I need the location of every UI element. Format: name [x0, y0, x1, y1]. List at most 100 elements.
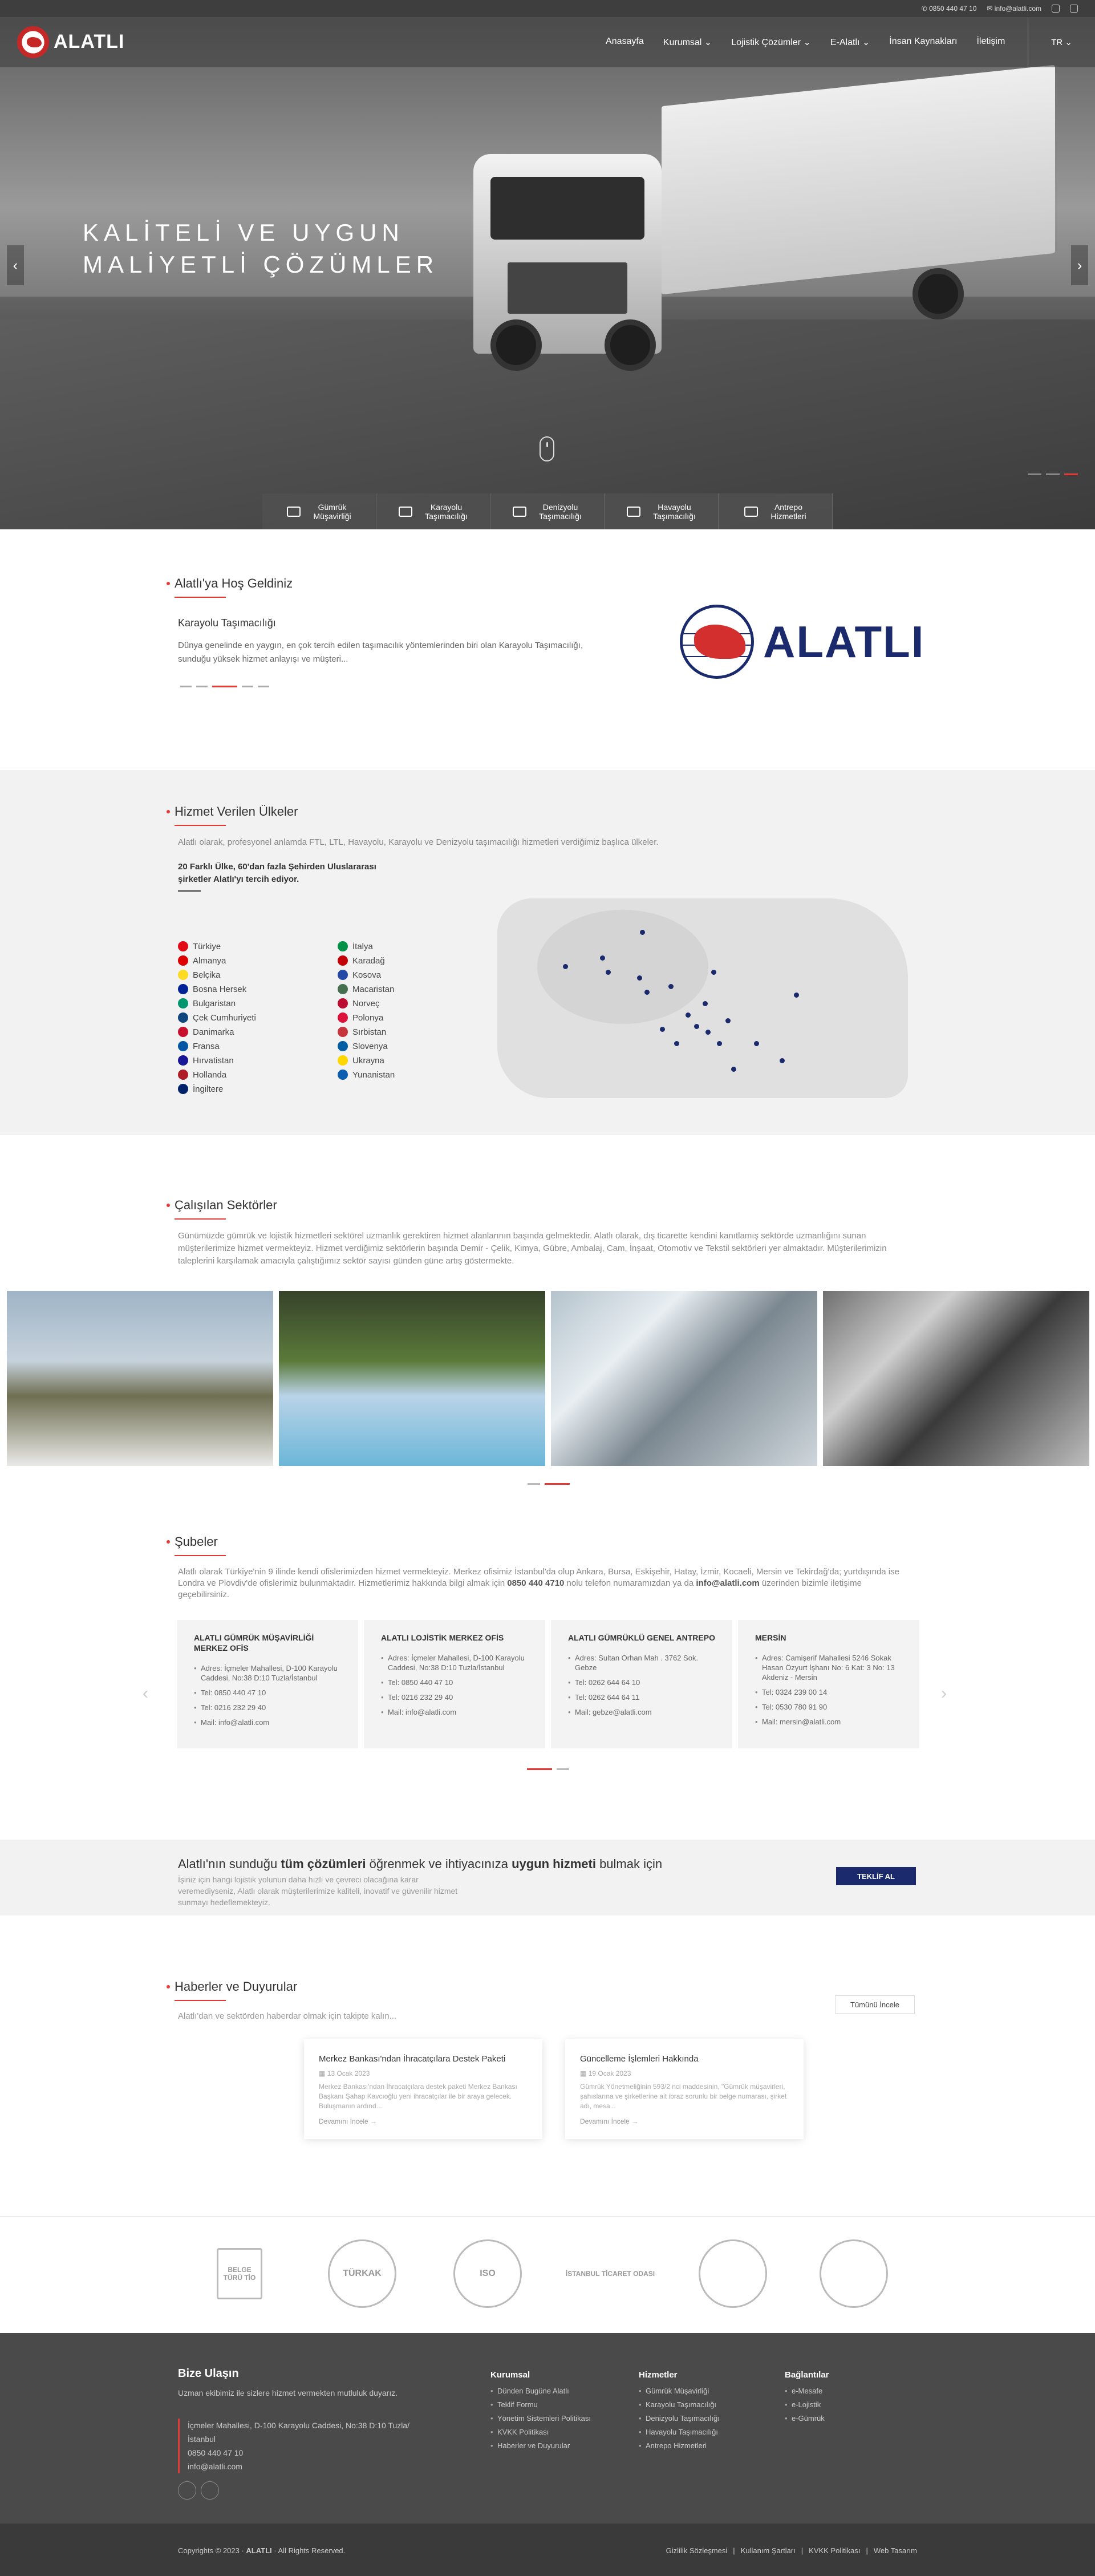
footer-link[interactable]: Antrepo Hizmetleri [639, 2439, 720, 2453]
news-card[interactable]: Güncelleme İşlemleri Hakkında ▦ 19 Ocak … [565, 2039, 804, 2139]
footer-link[interactable]: Dünden Bugüne Alatlı [490, 2384, 591, 2398]
branch-line: Tel: 0850 440 47 10 [381, 1678, 528, 1687]
slider-next-button[interactable]: › [1071, 245, 1088, 285]
service-sea[interactable]: Denizyolu Taşımacılığı [490, 493, 605, 529]
footer-link[interactable]: e-Lojistik [785, 2398, 829, 2412]
news-title[interactable]: Güncelleme İşlemleri Hakkında [580, 2054, 789, 2064]
flag-icon [338, 970, 348, 980]
gallery-dot[interactable] [528, 1483, 540, 1485]
flag-icon [178, 1055, 188, 1066]
map-pin [637, 975, 642, 981]
sector-gallery [7, 1291, 1089, 1466]
slider-prev-button[interactable]: ‹ [7, 245, 24, 285]
welcome-dot[interactable] [242, 686, 253, 687]
linkedin-icon[interactable] [1070, 5, 1078, 13]
service-air[interactable]: Havayolu Taşımacılığı [605, 493, 719, 529]
branch-line: Adres: Sultan Orhan Mah . 3762 Sok. Gebz… [568, 1653, 715, 1672]
legal-link[interactable]: Gizlilik Sözleşmesi [666, 2546, 728, 2555]
footer-link[interactable]: Denizyolu Taşımacılığı [639, 2412, 720, 2425]
map-pin [703, 1001, 708, 1006]
footer-link[interactable]: Karayolu Taşımacılığı [639, 2398, 720, 2412]
news-card[interactable]: Merkez Bankası'ndan İhracatçılara Destek… [304, 2039, 542, 2139]
branches-prev-icon[interactable]: ‹ [143, 1684, 148, 1703]
nav-corporate[interactable]: Kurumsal ⌄ [663, 37, 712, 48]
language-selector[interactable]: TR ⌄ [1028, 17, 1095, 67]
iso-certificate-logo: ISO [453, 2239, 522, 2308]
flag-icon [338, 1070, 348, 1080]
scroll-down-icon[interactable] [540, 436, 554, 461]
footer-link[interactable]: KVKK Politikası [490, 2425, 591, 2439]
branches-section: Şubeler Alatlı olarak Türkiye'nin 9 ilin… [0, 1534, 1095, 1785]
flag-icon [338, 984, 348, 994]
footer-link[interactable]: Haberler ve Duyurular [490, 2439, 591, 2453]
link-separator: | [801, 2546, 804, 2555]
branch-line: Mail: gebze@alatli.com [568, 1707, 715, 1717]
view-all-news-button[interactable]: Tümünü İncele [835, 1995, 915, 2014]
slider-dot-active[interactable] [1064, 473, 1078, 475]
branch-line: Tel: 0850 440 47 10 [194, 1688, 341, 1698]
legal-link[interactable]: Kullanım Şartları [741, 2546, 796, 2555]
map-pin [600, 955, 605, 961]
service-customs[interactable]: Gümrük Müşavirliği [262, 493, 376, 529]
instagram-icon[interactable] [1052, 5, 1060, 13]
hero-slider: KALİTELİ VE UYGUN MALİYETLİ ÇÖZÜMLER ‹ ›… [0, 0, 1095, 529]
read-more-link[interactable]: Devamını İncele → [319, 2117, 528, 2125]
nav-contact[interactable]: İletişim [976, 37, 1005, 48]
sector-image-steel[interactable] [551, 1291, 817, 1466]
sector-image-chemistry[interactable] [279, 1291, 545, 1466]
branches-next-icon[interactable]: › [941, 1684, 947, 1703]
linkedin-icon[interactable] [201, 2481, 219, 2500]
footer-link[interactable]: e-Mesafe [785, 2384, 829, 2398]
branch-line: Mail: info@alatli.com [381, 1707, 528, 1717]
top-phone[interactable]: ✆ 0850 440 47 10 [922, 5, 977, 13]
footer-link[interactable]: Teklif Formu [490, 2398, 591, 2412]
welcome-dot-active[interactable] [212, 686, 237, 687]
footer-column-title: Hizmetler [639, 2370, 678, 2380]
flag-icon [338, 1012, 348, 1023]
footer-link[interactable]: Yönetim Sistemleri Politikası [490, 2412, 591, 2425]
welcome-dot[interactable] [258, 686, 269, 687]
sector-image-automotive[interactable] [823, 1291, 1089, 1466]
nav-e-alatli[interactable]: E-Alatlı ⌄ [830, 37, 870, 48]
nav-hr[interactable]: İnsan Kaynakları [889, 37, 957, 48]
legal-link[interactable]: KVKK Politikası [809, 2546, 860, 2555]
flag-icon [178, 941, 188, 951]
slider-dot[interactable] [1028, 473, 1041, 475]
map-pin [644, 990, 650, 995]
footer-desc: Uzman ekibimiz ile sizlere hizmet vermek… [178, 2388, 398, 2397]
country-item: Belçika [178, 970, 338, 980]
gallery-dot-active[interactable] [545, 1483, 570, 1485]
country-item: İngiltere [178, 1084, 338, 1094]
footer-link[interactable]: Gümrük Müşavirliği [639, 2384, 720, 2398]
slider-dot[interactable] [1046, 473, 1060, 475]
legal-link[interactable]: Web Tasarım [874, 2546, 917, 2555]
flag-icon [338, 955, 348, 966]
map-pin [705, 1030, 711, 1035]
quote-button[interactable]: TEKLİF AL [836, 1867, 916, 1885]
nav-logistics[interactable]: Lojistik Çözümler ⌄ [731, 37, 811, 48]
branch-line: Mail: info@alatli.com [194, 1718, 341, 1727]
welcome-dot[interactable] [180, 686, 192, 687]
read-more-link[interactable]: Devamını İncele → [580, 2117, 789, 2125]
country-item: Bosna Hersek [178, 984, 338, 994]
footer-email[interactable]: info@alatli.com [188, 2460, 417, 2473]
footer-link[interactable]: Havayolu Taşımacılığı [639, 2425, 720, 2439]
welcome-section: Alatlı'ya Hoş Geldiniz Karayolu Taşımacı… [167, 576, 925, 713]
top-email[interactable]: ✉ info@alatli.com [987, 5, 1041, 13]
footer-link[interactable]: e-Gümrük [785, 2412, 829, 2425]
instagram-icon[interactable] [178, 2481, 196, 2500]
flag-icon [338, 998, 348, 1008]
branch-dot-active[interactable] [527, 1768, 552, 1770]
news-title[interactable]: Merkez Bankası'ndan İhracatçılara Destek… [319, 2054, 528, 2064]
map-pin [606, 970, 611, 975]
branch-dot[interactable] [557, 1768, 569, 1770]
branch-title: ALATLI GÜMRÜK MÜŞAVİRLİĞİ MERKEZ OFİS [194, 1633, 314, 1652]
service-warehouse[interactable]: Antrepo Hizmetleri [719, 493, 833, 529]
welcome-dot[interactable] [196, 686, 208, 687]
service-road[interactable]: Karayolu Taşımacılığı [376, 493, 490, 529]
nav-home[interactable]: Anasayfa [606, 37, 644, 48]
brand-logo[interactable]: ALATLI [17, 26, 124, 58]
country-item: Macaristan [338, 984, 497, 994]
footer-phone[interactable]: 0850 440 47 10 [188, 2446, 417, 2460]
sector-image-fertilizer[interactable] [7, 1291, 273, 1466]
